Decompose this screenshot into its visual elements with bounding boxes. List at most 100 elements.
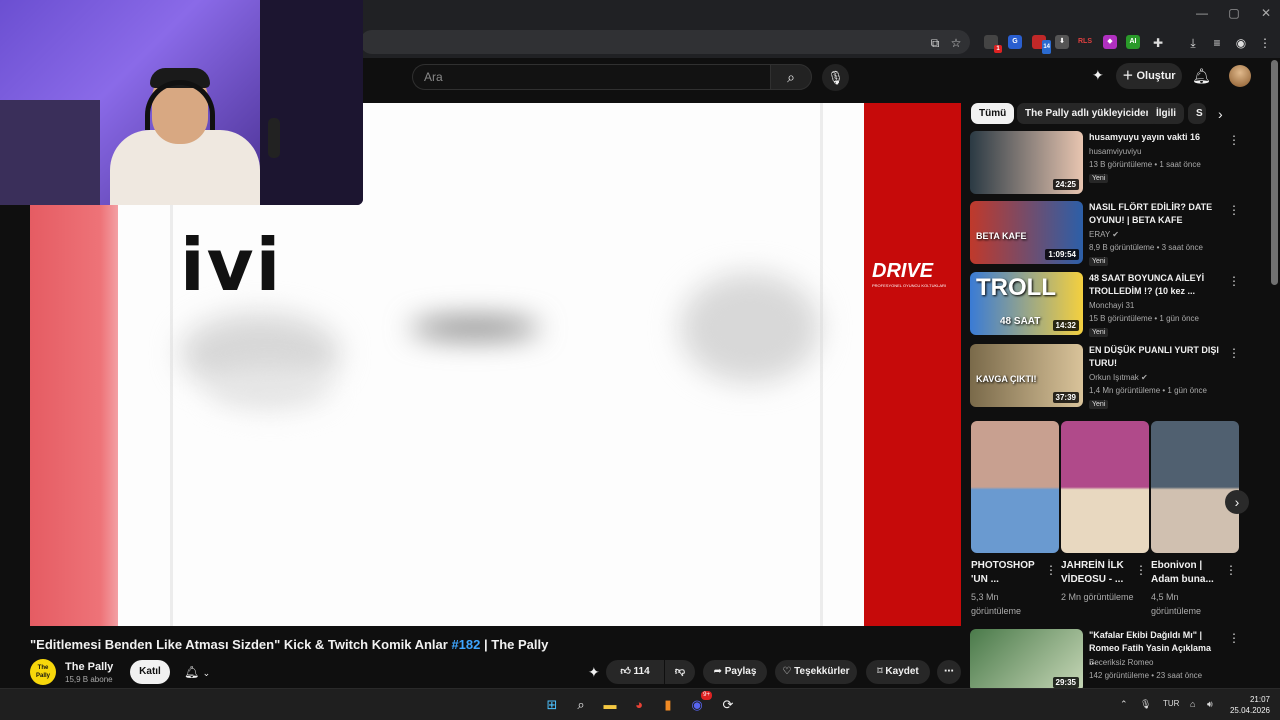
short-thumbnail[interactable] <box>971 421 1059 553</box>
video-title[interactable]: EN DÜŞÜK PUANLI YURT DIŞI TURU! <box>1089 344 1219 370</box>
start-icon[interactable]: ⊞ <box>543 696 561 714</box>
shorts-next-button[interactable]: › <box>1225 490 1249 514</box>
search-icon[interactable]: ⌕ <box>770 64 812 90</box>
microphone-icon[interactable]: 🎙 <box>1140 699 1151 710</box>
chevron-right-icon[interactable]: › <box>1218 106 1223 122</box>
more-options-icon[interactable]: ⋮ <box>1225 563 1237 577</box>
create-button[interactable]: ＋ Oluştur <box>1116 63 1182 89</box>
bookmark-star-icon[interactable]: ☆ <box>947 34 965 52</box>
close-button[interactable]: ✕ <box>1258 6 1274 20</box>
channel-name[interactable]: Monchayi 31 <box>1089 301 1134 310</box>
extension-icon-1[interactable]: 1 <box>984 35 1002 53</box>
dislike-button[interactable]: 👎︎ <box>665 660 695 684</box>
chip-all[interactable]: Tümü <box>971 103 1015 124</box>
more-options-icon[interactable]: ⋮ <box>1135 563 1147 577</box>
file-explorer-icon[interactable]: ▬ <box>601 696 619 714</box>
address-bar[interactable] <box>360 30 970 54</box>
bookmark-icon: ⌑ <box>877 666 883 677</box>
recommended-video[interactable]: 29:35 "Kafalar Ekibi Dağıldı Mı" | Romeo… <box>970 629 1250 695</box>
video-thumbnail[interactable]: TROLL 48 SAAT 14:32 <box>970 272 1083 335</box>
rls-extension-icon[interactable]: RLS <box>1078 35 1092 49</box>
extensions-puzzle-icon[interactable]: ✚ <box>1149 34 1167 52</box>
system-clock[interactable]: 21:07 25.04.2026 <box>1226 694 1270 716</box>
account-avatar[interactable] <box>1229 65 1251 87</box>
recommended-video[interactable]: KAVGA ÇIKTI! 37:39 EN DÜŞÜK PUANLI YURT DI… <box>970 344 1250 410</box>
short-thumbnail[interactable] <box>1151 421 1239 553</box>
short-thumbnail[interactable] <box>1061 421 1149 553</box>
video-title[interactable]: NASIL FLÖRT EDİLİR? DATE OYUNU! | BETA K… <box>1089 201 1219 227</box>
media-queue-icon[interactable]: ≡ <box>1208 34 1226 52</box>
more-options-icon[interactable]: ⋮ <box>1228 274 1240 288</box>
translate-extension-icon[interactable]: G <box>1008 35 1022 49</box>
join-button[interactable]: Katıl <box>130 660 170 684</box>
video-right-stripe <box>864 103 961 626</box>
video-thumbnail[interactable]: 24:25 <box>970 131 1083 194</box>
language-indicator[interactable]: TUR <box>1163 699 1179 708</box>
thanks-button[interactable]: ♡ Teşekkürler <box>775 660 857 684</box>
network-icon[interactable]: ⌂ <box>1190 699 1195 709</box>
extension-icon-4[interactable]: AI <box>1126 35 1140 49</box>
video-title[interactable]: husamyuyu yayın vakti 16 <box>1089 131 1219 144</box>
maximize-button[interactable]: ▢ <box>1226 6 1242 20</box>
chip-from-uploader[interactable]: The Pally adlı yükleyiciden <box>1017 103 1160 124</box>
video-thumbnail[interactable]: BETA KAFE 1:09:54 <box>970 201 1083 264</box>
more-options-icon[interactable]: ⋮ <box>1228 203 1240 217</box>
channel-name[interactable]: The Pally <box>65 661 113 673</box>
more-options-icon[interactable]: ⋮ <box>1228 346 1240 360</box>
extension-icon-2[interactable]: 14 <box>1032 35 1051 54</box>
page-scrollbar[interactable] <box>1271 60 1278 285</box>
chip-related[interactable]: İlgili <box>1148 103 1184 124</box>
duration-badge: 29:35 <box>1052 677 1079 688</box>
channel-name[interactable]: Beceriksiz Romeo <box>1089 658 1153 667</box>
video-thumbnail[interactable]: KAVGA ÇIKTI! 37:39 <box>970 344 1083 407</box>
recommended-video[interactable]: 24:25 husamyuyu yayın vakti 16 husamviyuvi… <box>970 131 1250 197</box>
app-icon[interactable]: ▮ <box>659 696 677 714</box>
notifications-bell-icon[interactable]: 🔔︎ <box>1192 67 1211 85</box>
search-icon[interactable]: ⌕ <box>572 696 590 714</box>
short-title[interactable]: Ebonivon | Adam buna... <box>1151 559 1223 587</box>
webcam-dark-corner <box>260 0 363 205</box>
hashtag-link[interactable]: #182 <box>451 637 480 652</box>
install-app-icon[interactable]: ⧉ <box>926 34 944 52</box>
browser-menu-icon[interactable]: ⋮ <box>1256 34 1274 52</box>
download-extension-icon[interactable]: ⬇ <box>1055 35 1069 49</box>
minimize-button[interactable]: — <box>1194 6 1210 20</box>
ask-ai-icon[interactable]: ✦ <box>588 664 600 681</box>
profile-icon[interactable]: ◉ <box>1232 34 1250 52</box>
more-options-icon[interactable]: ⋮ <box>1228 133 1240 147</box>
app-icon[interactable]: ⟳ <box>719 696 737 714</box>
recommended-video[interactable]: TROLL 48 SAAT 14:32 48 SAAT BOYUNCA AİLEYİ … <box>970 272 1250 338</box>
channel-avatar[interactable]: The Pally <box>30 659 56 685</box>
recommended-video[interactable]: BETA KAFE 1:09:54 NASIL FLÖRT EDİLİR? DATE… <box>970 201 1250 267</box>
short-title[interactable]: PHOTOSHOP 'UN ... <box>971 559 1043 587</box>
search-input[interactable]: Ara <box>412 64 770 90</box>
video-title[interactable]: 48 SAAT BOYUNCA AİLEYİ TROLLEDİM !? (10 … <box>1089 272 1219 298</box>
webcam-overlay <box>0 0 363 205</box>
premium-icon[interactable]: ✦ <box>1092 67 1104 84</box>
channel-name[interactable]: Orkun Işıtmak ✔ <box>1089 373 1148 382</box>
chrome-icon[interactable]: ◕ <box>630 696 648 714</box>
save-button[interactable]: ⌑ Kaydet <box>866 660 930 684</box>
share-button[interactable]: ➦ Paylaş <box>703 660 767 684</box>
downloads-icon[interactable]: ⤓ <box>1184 34 1202 52</box>
volume-icon[interactable]: 🔊︎ <box>1207 699 1213 710</box>
chip-more[interactable]: S <box>1188 103 1206 124</box>
extension-icon-3[interactable]: ◆ <box>1103 35 1117 49</box>
short-title[interactable]: JAHREİN İLK VİDEOSU - ... <box>1061 559 1133 587</box>
video-meta: 1,4 Mn görüntüleme • 1 gün önce <box>1089 386 1207 395</box>
drive-sponsor-logo: DRIVE <box>872 260 934 282</box>
like-button[interactable]: 👍︎ 114 <box>606 660 664 684</box>
channel-name[interactable]: ERAY ✔ <box>1089 230 1119 239</box>
verified-icon: ✔ <box>1112 230 1119 239</box>
short-views: 2 Mn görüntüleme <box>1061 592 1134 602</box>
discord-icon[interactable]: ◉ 9+ <box>688 691 712 714</box>
more-options-icon[interactable]: ⋮ <box>1228 631 1240 645</box>
microphone-icon[interactable]: 🎙 <box>822 64 849 91</box>
video-meta: 13 B görüntüleme • 1 saat önce <box>1089 160 1201 169</box>
notification-bell-button[interactable]: 🔔︎ ⌄ <box>178 660 224 684</box>
chevron-up-icon[interactable]: ⌃ <box>1120 699 1128 710</box>
more-options-icon[interactable]: ⋮ <box>1045 563 1057 577</box>
more-actions-button[interactable]: ⋯ <box>937 660 961 684</box>
channel-name[interactable]: husamviyuviyu <box>1089 147 1141 156</box>
video-thumbnail[interactable]: 29:35 <box>970 629 1083 692</box>
